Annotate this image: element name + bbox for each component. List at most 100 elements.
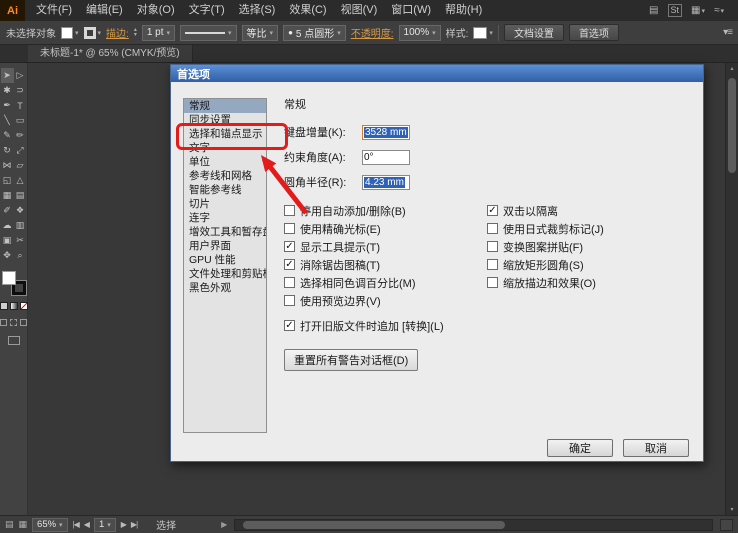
direct-selection-tool[interactable]: ▷ (14, 68, 27, 83)
category-gpu-performance[interactable]: GPU 性能 (184, 253, 266, 267)
line-segment-tool[interactable]: ╲ (1, 113, 14, 128)
ok-button[interactable]: 确定 (547, 439, 613, 457)
perspective-grid-tool[interactable]: △ (14, 173, 27, 188)
checkbox-japanese-crop-marks[interactable]: 使用日式裁剪标记(J) (487, 220, 691, 237)
category-file-handling-clipboard[interactable]: 文件处理和剪贴板 (184, 267, 266, 281)
checkbox-transform-pattern-tiles[interactable]: 变换图案拼贴(F) (487, 238, 691, 255)
stroke-style-dropdown[interactable]: ▾ (180, 24, 237, 41)
category-user-interface[interactable]: 用户界面 (184, 239, 266, 253)
checkbox-scale-corners[interactable]: 缩放矩形圆角(S) (487, 256, 691, 273)
zoom-level-dropdown[interactable]: 65% ▾ (32, 517, 68, 532)
blend-tool[interactable]: ❖ (14, 203, 27, 218)
pen-tool[interactable]: ✒ (1, 98, 14, 113)
stroke-weight-field[interactable]: 1 pt ▾ (141, 24, 176, 41)
category-plugins-scratch-disks[interactable]: 增效工具和暂存盘 (184, 225, 266, 239)
stroke-color-picker[interactable]: ▾ (83, 26, 101, 39)
none-button[interactable] (19, 302, 28, 310)
checkbox[interactable] (284, 223, 295, 234)
checkbox[interactable] (284, 295, 295, 306)
scroll-up-icon[interactable]: ▴ (726, 63, 738, 74)
gradient-tool[interactable]: ▤ (14, 188, 27, 203)
checkbox-append-converted-legacy-files[interactable]: ✓ 打开旧版文件时追加 [转换](L) (284, 317, 487, 334)
selection-tool[interactable]: ➤ (0, 68, 14, 83)
magic-wand-tool[interactable]: ✱ (1, 83, 14, 98)
category-type[interactable]: 文字 (184, 141, 266, 155)
document-grid-icon[interactable]: ▤ (649, 5, 658, 16)
menu-select[interactable]: 选择(S) (232, 0, 283, 21)
last-artboard-button[interactable]: ▶| (131, 520, 138, 529)
checkbox[interactable] (487, 241, 498, 252)
reset-warning-dialogs-button[interactable]: 重置所有警告对话框(D) (284, 349, 419, 371)
width-profile-dropdown[interactable]: 等比 ▾ (241, 24, 279, 41)
width-tool[interactable]: ⋈ (1, 158, 14, 173)
menu-object[interactable]: 对象(O) (130, 0, 182, 21)
vertical-scrollbar[interactable]: ▴ ▾ (725, 63, 738, 515)
hand-tool[interactable]: ✥ (1, 248, 14, 263)
document-tab[interactable]: 未标题-1* @ 65% (CMYK/预览) (28, 45, 193, 62)
checkbox[interactable] (487, 277, 498, 288)
checkbox[interactable] (284, 205, 295, 216)
checkbox-show-tool-tips[interactable]: ✓ 显示工具提示(T) (284, 238, 487, 255)
category-general[interactable]: 常规 (184, 99, 266, 113)
opacity-field[interactable]: 100% ▾ (398, 24, 441, 41)
screen-mode-button[interactable] (7, 336, 20, 345)
stock-icon[interactable]: St (667, 4, 683, 17)
stroke-weight-stepper[interactable]: ▴ ▾ (134, 27, 137, 38)
menu-window[interactable]: 窗口(W) (384, 0, 438, 21)
symbol-sprayer-tool[interactable]: ☁ (1, 218, 14, 233)
checkbox[interactable]: ✓ (284, 320, 295, 331)
mesh-tool[interactable]: ▦ (1, 188, 14, 203)
checkbox[interactable]: ✓ (284, 241, 295, 252)
draw-normal-icon[interactable] (0, 319, 7, 326)
scroll-down-icon[interactable]: ▾ (726, 504, 738, 515)
fill-color-picker[interactable]: ▾ (61, 26, 79, 39)
checkbox-select-same-tint-percent[interactable]: 选择相同色调百分比(M) (284, 274, 487, 291)
document-setup-button[interactable]: 文档设置 (503, 24, 564, 41)
menu-edit[interactable]: 编辑(E) (79, 0, 130, 21)
eyedropper-tool[interactable]: ✐ (1, 203, 14, 218)
checkbox[interactable] (487, 223, 498, 234)
first-artboard-button[interactable]: |◀ (73, 520, 80, 529)
category-guides-grid[interactable]: 参考线和网格 (184, 169, 266, 183)
fill-swatch[interactable] (1, 271, 16, 285)
menu-help[interactable]: 帮助(H) (438, 0, 489, 21)
brush-definition-dropdown[interactable]: ● 5 点圆形 ▾ (283, 24, 346, 41)
opacity-panel-link[interactable]: 不透明度: (351, 25, 394, 40)
category-hyphenation[interactable]: 连字 (184, 211, 266, 225)
draw-inside-icon[interactable] (20, 319, 27, 326)
menu-file[interactable]: 文件(F) (29, 0, 79, 21)
gradient-button[interactable] (9, 302, 18, 310)
checkbox-anti-aliased-artwork[interactable]: ✓ 消除锯齿图稿(T) (284, 256, 487, 273)
status-flyout-icon[interactable]: ▶ (221, 520, 227, 529)
corner-radius-field[interactable]: 4.23 mm (362, 174, 410, 190)
checkbox-disable-auto-add-delete[interactable]: 停用自动添加/删除(B) (284, 202, 487, 219)
arrange-documents-icon[interactable]: ▦ ▾ (691, 5, 705, 16)
shape-builder-tool[interactable]: ◱ (1, 173, 14, 188)
category-appearance-of-black[interactable]: 黑色外观 (184, 281, 266, 295)
keyboard-increment-field[interactable]: 3528 mm (362, 124, 410, 140)
horizontal-scrollbar[interactable] (234, 518, 713, 531)
stroke-panel-link[interactable]: 描边: (106, 25, 129, 40)
vertical-scroll-thumb[interactable] (728, 78, 736, 173)
preferences-button[interactable]: 首选项 (568, 24, 619, 41)
category-sync-settings[interactable]: 同步设置 (184, 113, 266, 127)
rotate-tool[interactable]: ↻ (1, 143, 14, 158)
rectangle-tool[interactable]: ▭ (14, 113, 27, 128)
panel-menu-icon[interactable]: ▾≡ (723, 27, 733, 38)
checkbox-scale-strokes-effects[interactable]: 缩放描边和效果(O) (487, 274, 691, 291)
dialog-title-bar[interactable]: 首选项 (171, 65, 703, 82)
artboard-number-field[interactable]: 1 ▾ (93, 517, 116, 532)
style-dropdown[interactable]: ▾ (473, 26, 493, 39)
checkbox[interactable] (487, 259, 498, 270)
pencil-tool[interactable]: ✏ (14, 128, 27, 143)
scale-tool[interactable]: ⤢ (14, 143, 27, 158)
checkbox-use-preview-bounds[interactable]: 使用预览边界(V) (284, 292, 487, 309)
checkbox[interactable]: ✓ (284, 259, 295, 270)
type-tool[interactable]: T (14, 98, 27, 113)
checkbox-double-click-to-isolate[interactable]: ✓ 双击以隔离 (487, 202, 691, 219)
paintbrush-tool[interactable]: ✎ (1, 128, 14, 143)
constrain-angle-field[interactable]: 0° (362, 149, 410, 165)
zoom-tool[interactable]: ⌕ (14, 248, 27, 263)
checkbox-use-precise-cursors[interactable]: 使用精确光标(E) (284, 220, 487, 237)
draw-behind-icon[interactable] (10, 319, 17, 326)
